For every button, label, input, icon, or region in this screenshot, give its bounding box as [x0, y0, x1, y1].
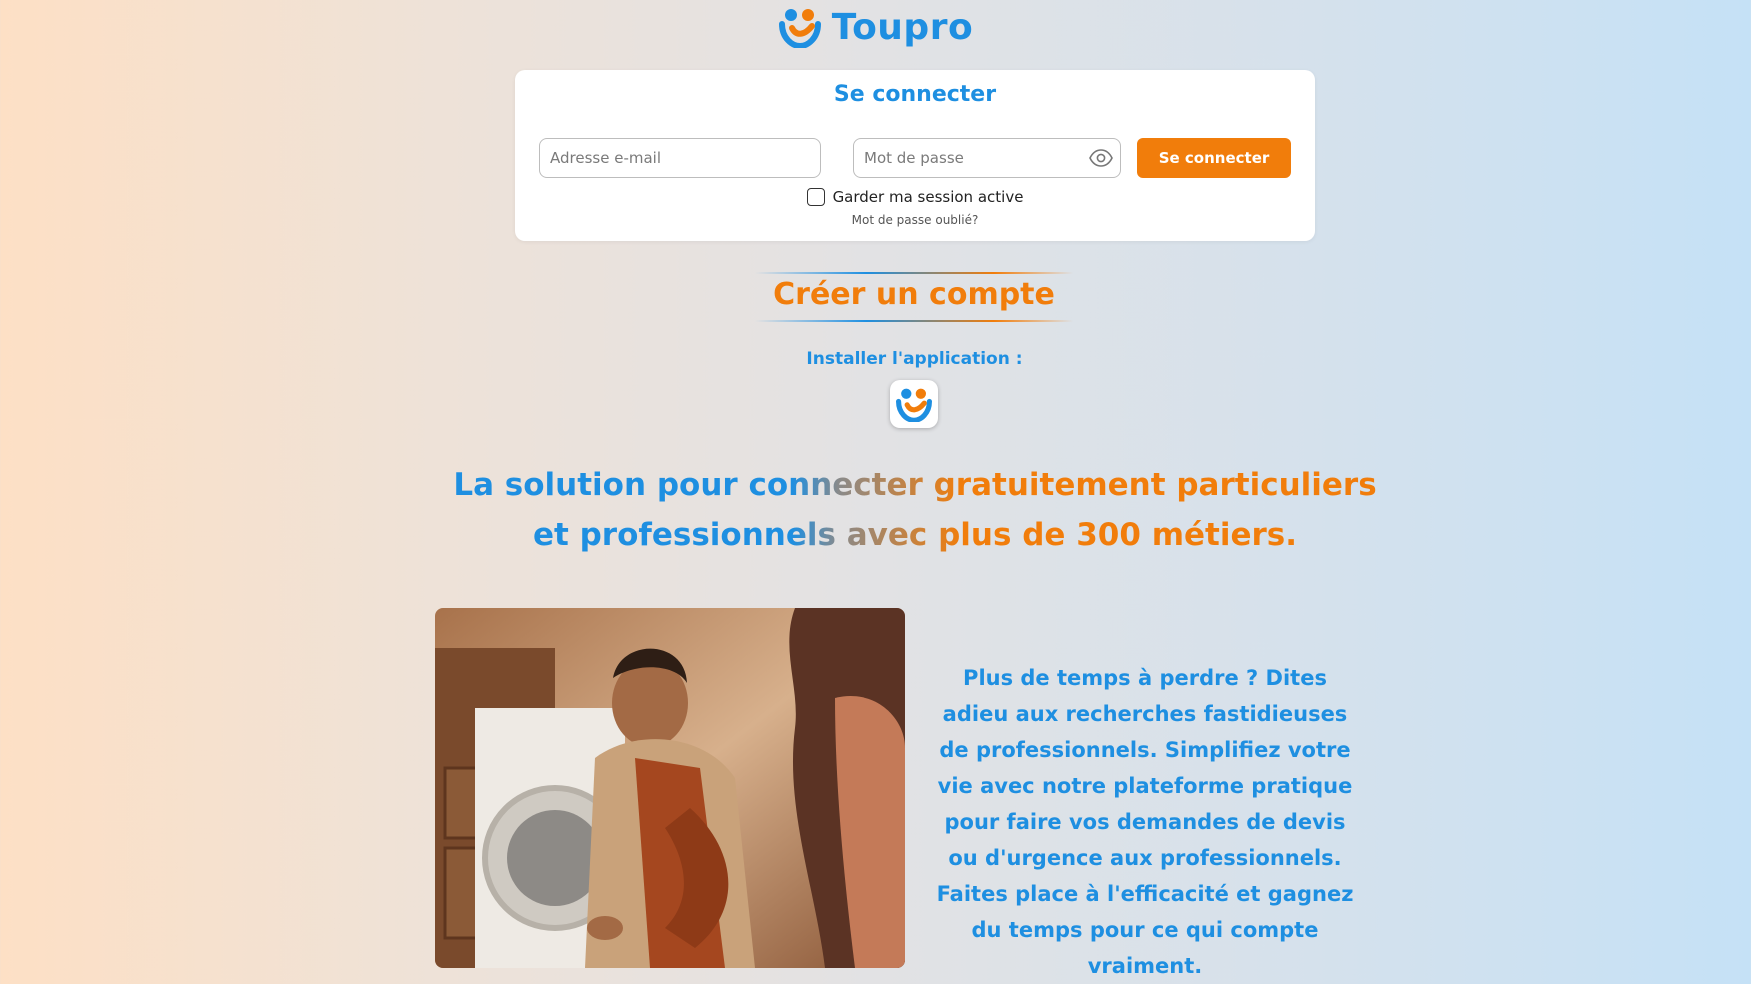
remember-row: Garder ma session active	[515, 188, 1315, 206]
install-app-label: Installer l'application :	[806, 349, 1023, 369]
brand-name: Toupro	[831, 6, 974, 48]
toupro-logo-icon	[778, 9, 821, 48]
login-title: Se connecter	[833, 82, 997, 107]
email-input[interactable]	[539, 138, 821, 178]
show-password-eye-icon[interactable]	[1089, 149, 1113, 167]
forgot-password-link[interactable]: Mot de passe oublié?	[515, 213, 1315, 227]
password-input[interactable]	[853, 138, 1121, 178]
remember-checkbox[interactable]	[806, 188, 825, 206]
create-account-link[interactable]: Créer un compte	[755, 272, 1073, 322]
tagline: La solution pour connecter gratuitement …	[440, 460, 1390, 560]
install-app-button[interactable]	[890, 380, 938, 428]
create-account-top-divider	[755, 272, 1073, 274]
toupro-app-icon	[896, 388, 932, 422]
technician-photo	[435, 608, 905, 968]
login-button[interactable]: Se connecter	[1137, 138, 1291, 178]
site-logo[interactable]: Toupro	[0, 6, 1751, 48]
hero-description: Plus de temps à perdre ? Dites adieu aux…	[936, 666, 1354, 978]
remember-label[interactable]: Garder ma session active	[833, 188, 1024, 206]
create-account-label[interactable]: Créer un compte	[755, 277, 1073, 312]
login-card: Se connecter Se connecter Garder ma sess…	[515, 70, 1315, 241]
create-account-bottom-divider	[755, 320, 1073, 322]
